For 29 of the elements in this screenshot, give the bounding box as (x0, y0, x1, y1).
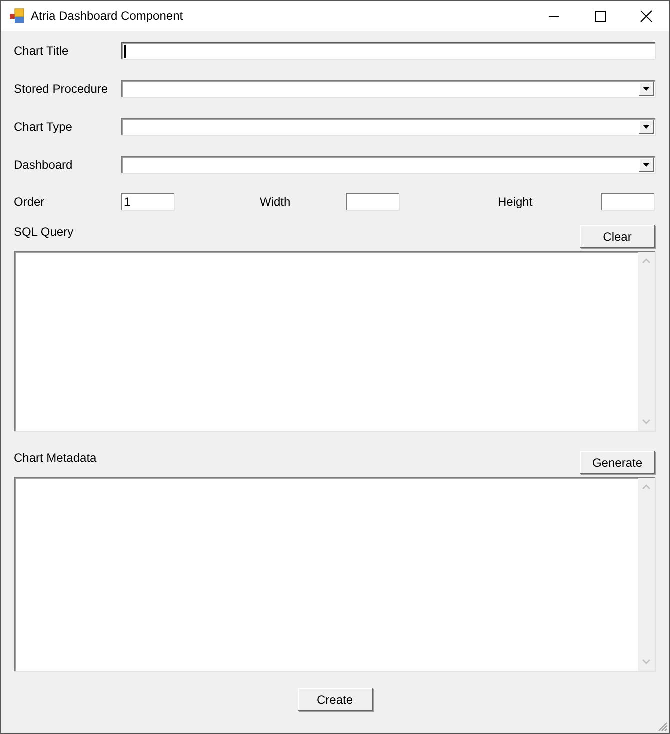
field-label: Dashboard (14, 158, 74, 172)
input-field[interactable]: 1 (121, 193, 175, 211)
action-button[interactable]: Clear (580, 225, 655, 248)
create-button[interactable]: Create (298, 688, 372, 711)
text-cursor (124, 44, 126, 58)
caret-icon (643, 125, 650, 129)
action-button[interactable]: Generate (580, 451, 655, 474)
input-field[interactable] (121, 42, 656, 60)
dropdown-button[interactable] (639, 82, 654, 96)
field-label: Order (14, 195, 46, 209)
app-icon (9, 8, 25, 24)
dropdown-field[interactable] (121, 80, 656, 98)
window-title: Atria Dashboard Component (31, 9, 184, 23)
dropdown-field[interactable] (121, 118, 656, 136)
field-label: Height (498, 195, 534, 209)
dropdown-button[interactable] (639, 120, 654, 134)
section-label: SQL Query (14, 224, 74, 239)
field-label: Stored Procedure (14, 82, 110, 96)
caret-icon (643, 163, 650, 167)
field-label: Width (260, 195, 292, 209)
section-label: Chart Metadata (14, 450, 97, 465)
field-label: Chart Title (14, 44, 70, 58)
input-field[interactable] (346, 193, 400, 211)
field-label: Chart Type (14, 120, 74, 134)
dropdown-field[interactable] (121, 156, 656, 174)
dropdown-button[interactable] (639, 158, 654, 172)
input-field[interactable] (601, 193, 655, 211)
caret-icon (643, 87, 650, 91)
resize-grip-icon[interactable] (656, 720, 668, 732)
